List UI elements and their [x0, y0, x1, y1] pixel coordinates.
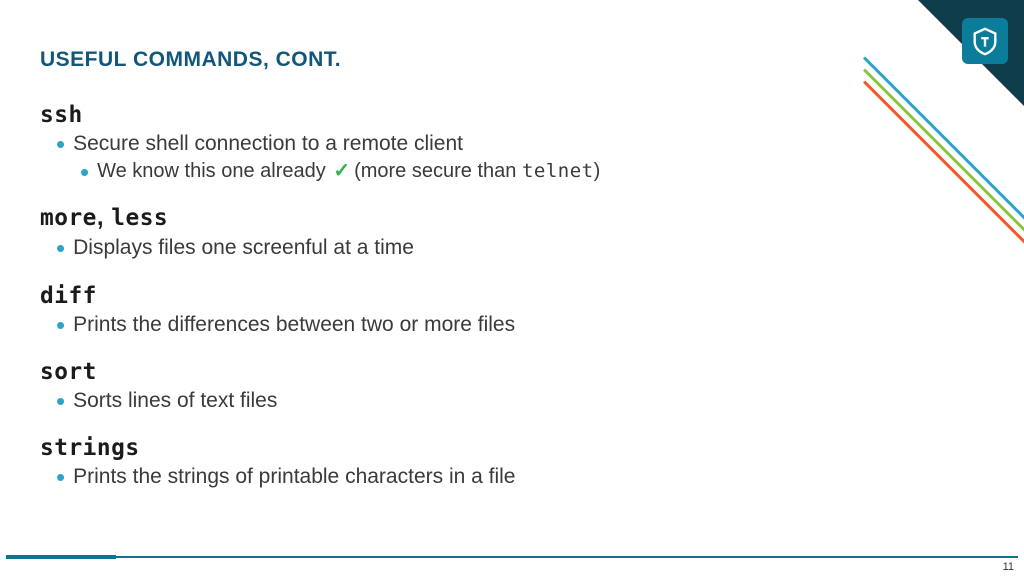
bullet-text: Prints the strings of printable characte… [73, 463, 984, 491]
cmd-name: sort [40, 359, 97, 385]
cmd-heading-sort: sort [40, 357, 984, 385]
bullet-dot-icon: • [56, 235, 65, 261]
bottom-rule-icon [6, 556, 1018, 558]
section-sort: sort • Sorts lines of text files [40, 357, 984, 415]
cmd-heading-more-less: more, less [40, 203, 984, 232]
bullet-fragment: ) [594, 160, 601, 182]
bullet-text: We know this one already ✓(more secure t… [97, 158, 984, 185]
section-diff: diff • Prints the differences between tw… [40, 281, 984, 339]
bullet-fragment: (more secure than [354, 160, 522, 182]
bullet: • Prints the strings of printable charac… [56, 463, 984, 491]
bullet-dot-icon: • [56, 131, 65, 157]
inline-command: telnet [522, 160, 594, 182]
slide: USEFUL COMMANDS, CONT. ssh • Secure shel… [0, 0, 1024, 576]
slide-title: USEFUL COMMANDS, CONT. [40, 48, 984, 72]
section-strings: strings • Prints the strings of printabl… [40, 433, 984, 491]
cmd-name: less [111, 205, 168, 231]
bullet-text: Sorts lines of text files [73, 387, 984, 415]
bullet-dot-icon: • [56, 312, 65, 338]
section-more-less: more, less • Displays files one screenfu… [40, 203, 984, 262]
cmd-name: ssh [40, 102, 83, 128]
page-number: 11 [1003, 561, 1014, 573]
bullet-dot-icon: • [56, 388, 65, 414]
bullet: • Secure shell connection to a remote cl… [56, 130, 984, 158]
bullet-fragment: We know this one already [97, 160, 331, 182]
bullet-text: Secure shell connection to a remote clie… [73, 130, 984, 158]
cmd-heading-strings: strings [40, 433, 984, 461]
cmd-heading-diff: diff [40, 281, 984, 309]
separator: , [97, 204, 111, 231]
bullet-text: Displays files one screenful at a time [73, 234, 984, 262]
bullet-text: Prints the differences between two or mo… [73, 311, 984, 339]
cmd-name: strings [40, 435, 140, 461]
cmd-name: diff [40, 283, 97, 309]
cmd-heading-ssh: ssh [40, 100, 984, 128]
section-ssh: ssh • Secure shell connection to a remot… [40, 100, 984, 185]
cmd-name: more [40, 205, 97, 231]
bullet-dot-icon: • [56, 464, 65, 490]
bullet-sub: • We know this one already ✓(more secure… [80, 158, 984, 185]
bullet: • Displays files one screenful at a time [56, 234, 984, 262]
bullet-dot-icon: • [80, 159, 89, 185]
bullet: • Sorts lines of text files [56, 387, 984, 415]
check-icon: ✓ [333, 160, 350, 182]
bullet: • Prints the differences between two or … [56, 311, 984, 339]
